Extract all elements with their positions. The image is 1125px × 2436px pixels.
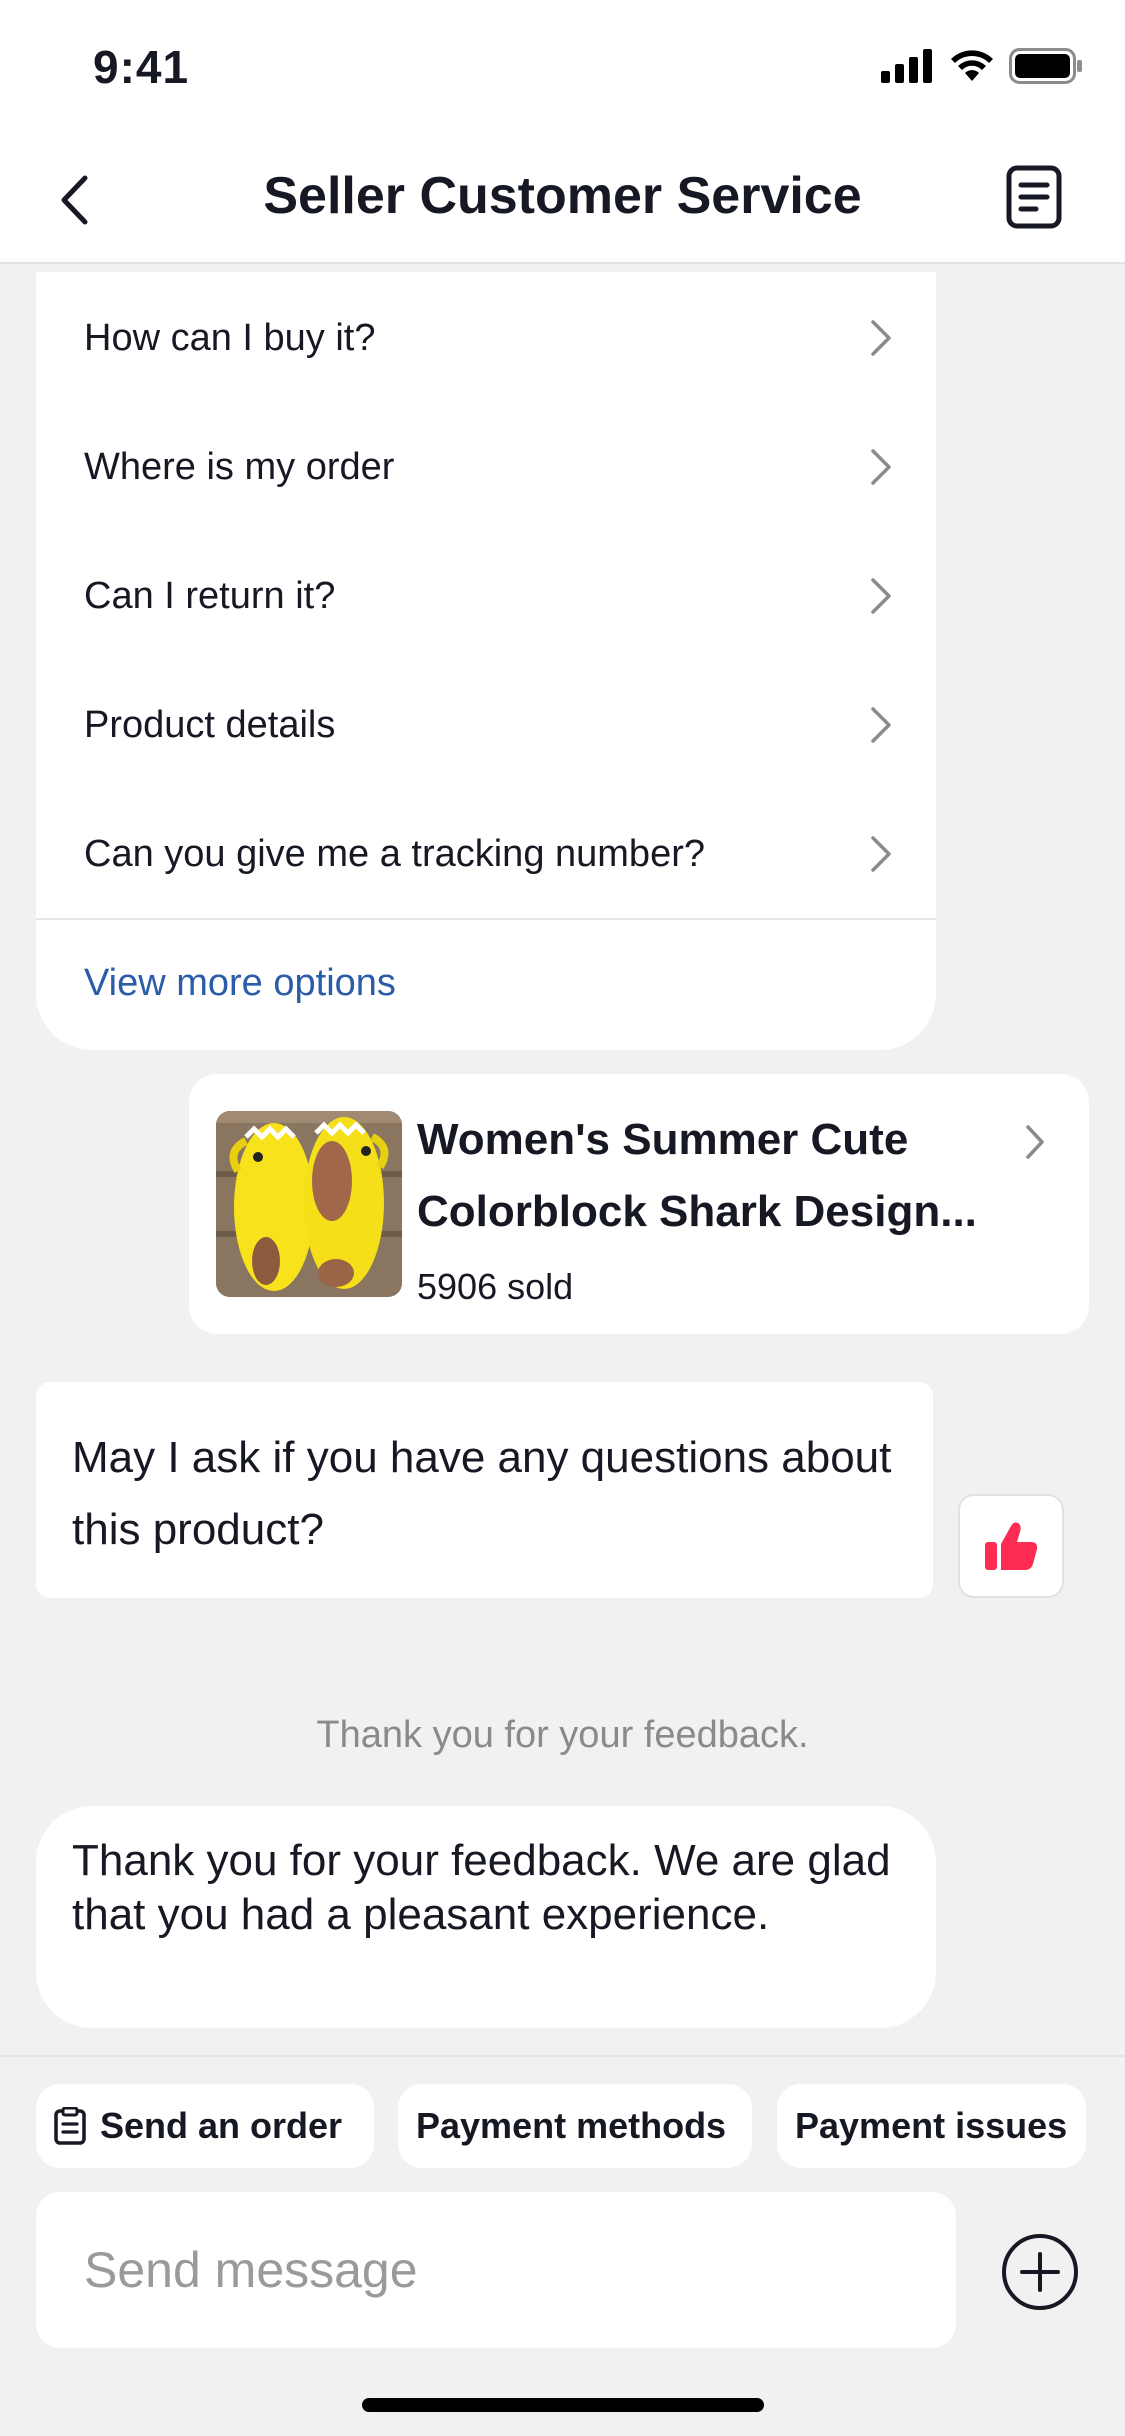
faq-item-label: Where is my order	[84, 445, 395, 488]
chevron-right-icon	[871, 836, 891, 872]
chevron-right-icon	[871, 578, 891, 614]
document-icon	[1006, 165, 1062, 229]
faq-item[interactable]: Can you give me a tracking number?	[36, 790, 936, 918]
message-text: Thank you for your feedback. We are glad…	[72, 1836, 891, 1939]
chevron-right-icon	[1026, 1125, 1044, 1159]
chevron-right-icon	[871, 707, 891, 743]
thumbs-up-icon	[985, 1522, 1038, 1570]
view-more-options-link[interactable]: View more options	[84, 962, 396, 1005]
payment-methods-chip[interactable]: Payment methods	[398, 2084, 752, 2168]
composer-area: Send an order Payment methods Payment is…	[0, 2055, 1125, 2436]
faq-item-label: Can you give me a tracking number?	[84, 832, 705, 875]
payment-issues-chip[interactable]: Payment issues	[777, 2084, 1086, 2168]
message-bubble-reply: Thank you for your feedback. We are glad…	[36, 1806, 936, 2028]
product-sold-count: 5906 sold	[417, 1266, 574, 1307]
message-text: May I ask if you have any questions abou…	[72, 1433, 892, 1554]
faq-item[interactable]: Where is my order	[36, 403, 936, 531]
wifi-icon	[951, 50, 993, 81]
cellular-signal-icon	[881, 49, 932, 83]
chip-label: Payment methods	[416, 2105, 727, 2146]
product-title: Women's Summer Cute Colorblock Shark Des…	[417, 1115, 977, 1236]
add-attachment-button[interactable]	[1001, 2233, 1079, 2311]
order-icon	[54, 2107, 86, 2145]
page-title: Seller Customer Service	[263, 167, 862, 225]
product-image	[216, 1111, 402, 1297]
like-button[interactable]	[958, 1494, 1064, 1598]
faq-card: How can I buy it? Where is my order Can …	[36, 272, 936, 1050]
faq-item[interactable]: Can I return it?	[36, 532, 936, 660]
faq-item[interactable]: How can I buy it?	[36, 274, 936, 402]
send-order-chip[interactable]: Send an order	[36, 2084, 374, 2168]
status-time: 9:41	[93, 41, 190, 93]
message-bubble-question: May I ask if you have any questions abou…	[36, 1382, 933, 1598]
faq-item-label: Product details	[84, 703, 336, 746]
nav-bar: Seller Customer Service	[0, 132, 1125, 264]
faq-item[interactable]: Product details	[36, 661, 936, 789]
chevron-right-icon	[871, 320, 891, 356]
divider	[36, 918, 936, 920]
faq-item-label: How can I buy it?	[84, 316, 376, 359]
home-indicator	[362, 2398, 764, 2412]
message-input[interactable]	[36, 2192, 956, 2348]
product-card[interactable]: Women's Summer Cute Colorblock Shark Des…	[189, 1074, 1089, 1334]
faq-item-label: Can I return it?	[84, 574, 336, 617]
system-note: Thank you for your feedback.	[316, 1714, 809, 1756]
status-bar: 9:41	[0, 0, 1125, 132]
chip-label: Payment issues	[795, 2105, 1068, 2146]
chevron-right-icon	[871, 449, 891, 485]
order-list-button[interactable]	[993, 156, 1075, 238]
chip-label: Send an order	[100, 2105, 343, 2146]
battery-icon	[1009, 48, 1082, 84]
status-icons	[881, 48, 1083, 84]
